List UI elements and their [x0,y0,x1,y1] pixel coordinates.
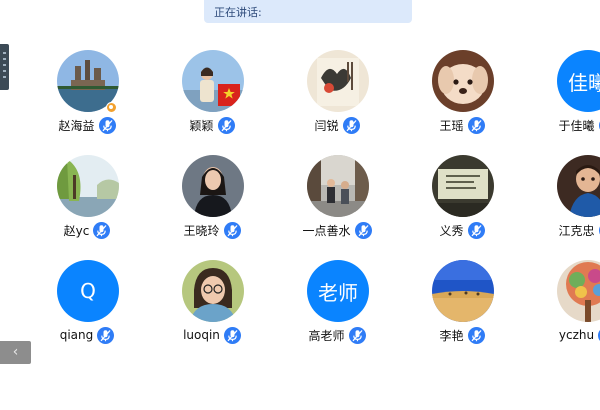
avatar-initials: 老师 [318,280,358,305]
participant-tile[interactable]: 颖颖 [152,50,272,150]
participant-name: 赵海益 [58,118,95,133]
participant-name-row: 义秀 [402,220,522,240]
microphone-muted-icon[interactable] [97,326,115,344]
participant-tile[interactable]: 义秀 [402,155,522,255]
avatar [307,155,369,217]
microphone-muted-icon[interactable] [467,221,485,239]
microphone-muted-icon[interactable] [217,116,235,134]
avatar [432,50,494,112]
participant-tile[interactable]: 王晓玲 [152,155,272,255]
participant-name-row: yczhu [527,325,600,345]
participant-tile[interactable]: 李艳 [402,260,522,360]
avatar [182,50,244,112]
participant-name: luoqin [183,328,220,342]
participant-name-row: 赵yc [27,220,147,240]
microphone-muted-icon[interactable] [223,221,241,239]
participant-tile[interactable]: 江克忠 [527,155,600,255]
participant-name: qiang [59,328,94,342]
participant-tile[interactable]: Qqiang [27,260,147,360]
avatar [557,155,600,217]
participant-name-row: 江克忠 [527,220,600,240]
participant-tile[interactable]: 老师高老师 [277,260,397,360]
participant-tile[interactable]: yczhu [527,260,600,360]
participant-name: 王晓玲 [183,223,220,238]
participant-name-row: 闫锐 [277,115,397,135]
avatar [182,260,244,322]
avatar [307,50,369,112]
avatar: Q [57,260,119,322]
participant-tile[interactable]: 闫锐 [277,50,397,150]
avatar [57,155,119,217]
participant-name: 闫锐 [314,118,339,133]
avatar-initials: 佳曦 [568,70,600,95]
host-badge-icon [106,102,117,113]
participant-grid: 赵海益 颖颖 闫锐 王瑶 佳曦于佳曦赵yc 王晓玲 一点善水 义秀 江克忠 Qqiang luoqi… [0,0,600,410]
microphone-muted-icon[interactable] [467,116,485,134]
participant-name: 赵yc [63,223,90,238]
avatar [432,260,494,322]
participant-tile[interactable]: 佳曦于佳曦 [527,50,600,150]
microphone-muted-icon[interactable] [98,116,116,134]
participant-name: 王瑶 [439,118,464,133]
participant-name-row: 赵海益 [27,115,147,135]
participant-name-row: 王晓玲 [152,220,272,240]
microphone-muted-icon[interactable] [348,326,366,344]
participant-name: 于佳曦 [558,118,595,133]
avatar [432,155,494,217]
participant-tile[interactable]: 赵海益 [27,50,147,150]
participant-name-row: luoqin [152,325,272,345]
microphone-muted-icon[interactable] [354,221,372,239]
avatar [557,260,600,322]
participant-name: 李艳 [439,328,464,343]
avatar: 佳曦 [557,50,600,112]
microphone-muted-icon[interactable] [93,221,111,239]
participant-name: 高老师 [308,328,345,343]
microphone-muted-icon[interactable] [223,326,241,344]
participant-name-row: 一点善水 [277,220,397,240]
participant-name: 颖颖 [189,118,214,133]
avatar [182,155,244,217]
participant-tile[interactable]: luoqin [152,260,272,360]
participant-tile[interactable]: 一点善水 [277,155,397,255]
participant-name: 义秀 [439,223,464,238]
avatar-initials: Q [80,279,96,303]
participant-name-row: 高老师 [277,325,397,345]
participant-name: yczhu [558,328,595,342]
microphone-muted-icon[interactable] [467,326,485,344]
participant-name: 一点善水 [302,223,351,238]
participant-name-row: 于佳曦 [527,115,600,135]
participant-name: 江克忠 [558,223,595,238]
participant-tile[interactable]: 赵yc [27,155,147,255]
avatar: 老师 [307,260,369,322]
participant-name-row: 颖颖 [152,115,272,135]
participant-name-row: qiang [27,325,147,345]
participant-tile[interactable]: 王瑶 [402,50,522,150]
participant-name-row: 李艳 [402,325,522,345]
microphone-muted-icon[interactable] [342,116,360,134]
participant-name-row: 王瑶 [402,115,522,135]
